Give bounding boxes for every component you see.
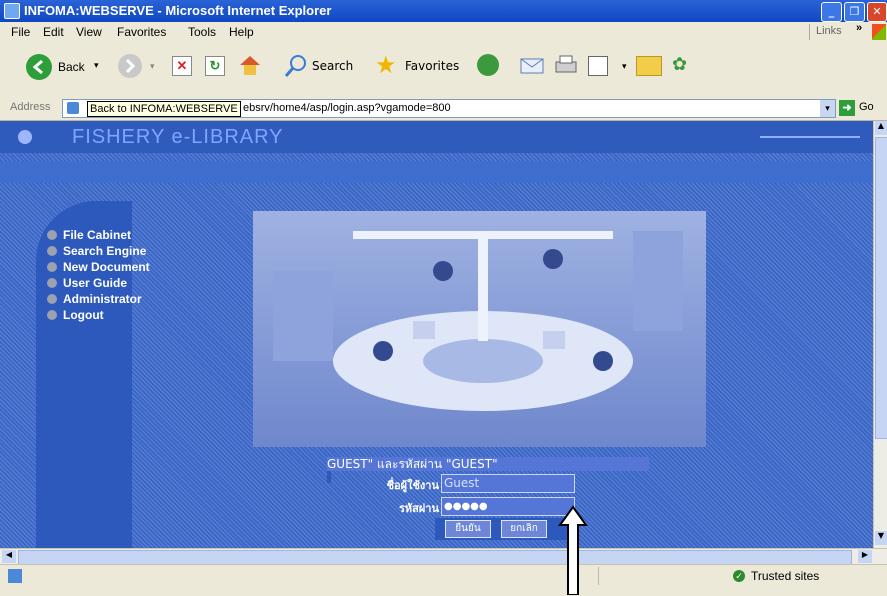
password-label: รหัสผ่าน [398,502,439,515]
office-photo [253,211,706,447]
menu-tools[interactable]: Tools [188,25,216,39]
site-menu: File Cabinet Search Engine New Document … [45,227,150,323]
mail-button[interactable] [520,54,546,76]
standard-toolbar: Back ▾ ▾ ✕ ↻ Search ★ Favorites ▾ ✿ [0,42,887,97]
status-divider [598,567,599,585]
chevron-icon[interactable]: » [856,22,862,34]
back-label: Back [58,60,85,74]
home-button[interactable] [238,54,262,76]
back-button[interactable]: Back ▾ [22,50,102,84]
search-button[interactable]: Search [284,54,364,78]
search-label: Search [312,59,354,73]
messenger-button[interactable]: ✿ [672,54,696,76]
forward-dropdown-icon[interactable]: ▾ [150,62,155,72]
back-dropdown-icon[interactable]: ▾ [94,60,99,71]
forward-button[interactable] [118,54,142,78]
windows-logo-icon [872,24,886,40]
status-bar: ✓ Trusted sites [0,564,887,596]
web-page: FISHERY e-LIBRARY File Cabinet Search En… [0,121,873,548]
search-icon [284,55,306,77]
menu-logout[interactable]: Logout [45,307,150,323]
maximize-button[interactable]: ❐ [844,2,865,22]
address-input[interactable]: ebsrv/home4/asp/login.asp?vgamode=800 Ba… [62,99,836,118]
menu-view[interactable]: View [76,25,102,39]
window-title: INFOMA:WEBSERVE - Microsoft Internet Exp… [24,3,332,18]
menu-new-document[interactable]: New Document [45,259,150,275]
login-hint: GUEST" และรหัสผ่าน "GUEST" [327,457,649,471]
password-input[interactable]: ●●●●● [441,497,575,516]
history-button[interactable] [477,54,499,76]
cancel-button[interactable]: ยกเลิก [501,520,547,538]
site-banner: FISHERY e-LIBRARY [0,121,873,153]
go-arrow-icon[interactable]: ➜ [839,100,855,116]
address-bar: Address ebsrv/home4/asp/login.asp?vgamod… [0,96,887,121]
stop-button[interactable]: ✕ [172,56,192,76]
print-button[interactable] [553,54,579,76]
header-band [0,161,873,183]
favorites-label: Favorites [405,59,460,73]
address-url: ebsrv/home4/asp/login.asp?vgamode=800 [243,102,451,114]
menu-help[interactable]: Help [229,25,254,39]
edit-dropdown-icon[interactable]: ▾ [622,62,627,72]
window-title-bar: INFOMA:WEBSERVE - Microsoft Internet Exp… [0,0,887,22]
menu-search-engine[interactable]: Search Engine [45,243,150,259]
scroll-down-icon[interactable]: ▼ [875,531,887,545]
links-bar[interactable]: Links » [809,22,887,40]
star-icon: ★ [375,51,397,79]
minimize-button[interactable]: _ [821,2,842,22]
page-status-icon [8,569,22,583]
scroll-up-icon[interactable]: ▲ [875,121,887,135]
horizontal-scroll-thumb[interactable] [18,550,852,565]
refresh-button[interactable]: ↻ [205,56,225,76]
banner-line [760,136,860,138]
menu-edit[interactable]: Edit [43,25,64,39]
trusted-icon: ✓ [733,570,745,582]
go-button[interactable]: Go [859,101,874,113]
scroll-right-icon[interactable]: ▶ [858,550,872,563]
favorites-button[interactable]: ★ Favorites [375,51,465,79]
horizontal-scrollbar[interactable]: ◀ ▶ [0,548,887,565]
scroll-left-icon[interactable]: ◀ [2,550,16,563]
submit-button[interactable]: ยืนยัน [445,520,491,538]
menu-file[interactable]: File [11,25,30,39]
menu-administrator[interactable]: Administrator [45,291,150,307]
address-label: Address [10,101,51,113]
folder-button[interactable] [636,56,662,76]
banner-ball-icon [18,130,32,144]
back-arrow-icon [26,54,52,80]
vertical-scrollbar[interactable]: ▲ ▼ [873,121,887,548]
username-input[interactable]: Guest [441,474,575,493]
menu-user-guide[interactable]: User Guide [45,275,150,291]
zone-label: Trusted sites [751,569,820,583]
menu-file-cabinet[interactable]: File Cabinet [45,227,150,243]
username-label: ชื่อผู้ใช้งาน [386,479,439,492]
pointer-arrow [558,505,588,595]
edit-button[interactable] [588,56,608,76]
page-icon [67,102,79,114]
close-button[interactable]: ✕ [867,2,887,22]
tooltip: Back to INFOMA:WEBSERVE [87,101,241,117]
menu-bar: File Edit View Favorites Tools Help Link… [0,22,887,43]
menu-favorites[interactable]: Favorites [117,25,166,39]
vertical-scroll-thumb[interactable] [875,137,887,439]
button-panel: ยืนยัน ยกเลิก [435,518,577,540]
site-logo: FISHERY e-LIBRARY [72,126,284,148]
address-dropdown-icon[interactable]: ▾ [820,100,835,117]
links-label: Links [816,25,842,37]
ie-icon [4,3,20,19]
